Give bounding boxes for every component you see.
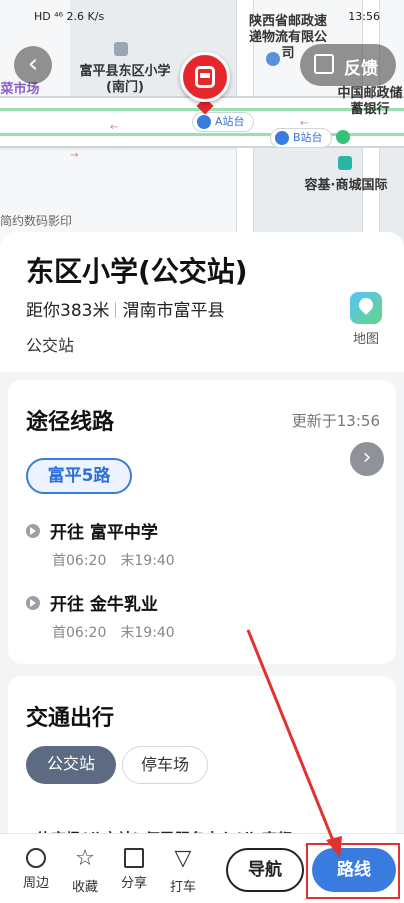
poi-commerce[interactable]: 容基·商城国际 bbox=[296, 178, 396, 194]
bus-stop-icon bbox=[197, 115, 211, 129]
station-type: 公交站 bbox=[26, 336, 75, 355]
chevron-left-icon: ‹ bbox=[27, 49, 39, 79]
last-bus-time: 末19:40 bbox=[120, 625, 175, 641]
taxi-button[interactable]: ▽ 打车 bbox=[163, 846, 203, 896]
traffic-title: 交通出行 bbox=[26, 706, 115, 731]
taxi-label: 打车 bbox=[169, 880, 196, 895]
routes-updated: 更新于13:56 bbox=[291, 412, 380, 430]
back-button[interactable]: ‹ bbox=[14, 46, 52, 84]
status-bar: HD ⁴⁶ 2.6 K/s 13:56 bbox=[0, 8, 404, 28]
station-location: 渭南市富平县 bbox=[122, 301, 225, 321]
nearby-button[interactable]: 周边 bbox=[16, 848, 56, 891]
tab-parking[interactable]: 停车场 bbox=[122, 746, 208, 784]
screen: ← ← → HD ⁴⁶ 2.6 K/s 13:56 富平县东区小学(南门) 陕西… bbox=[0, 0, 404, 903]
bus-icon bbox=[195, 66, 215, 88]
direction-row[interactable]: 开往 富平中学 bbox=[26, 518, 158, 543]
stop-b-label: B站台 bbox=[293, 131, 323, 144]
direction-times: 首06:20 末19:40 bbox=[52, 622, 189, 642]
lane-arrow: ← bbox=[110, 122, 119, 133]
first-bus-time: 首06:20 bbox=[52, 553, 107, 569]
favorite-label: 收藏 bbox=[71, 880, 98, 895]
map-icon bbox=[350, 292, 382, 324]
search-icon bbox=[26, 848, 46, 868]
status-left: HD ⁴⁶ 2.6 K/s bbox=[34, 10, 105, 23]
divider bbox=[115, 302, 117, 318]
routes-next-button[interactable]: › bbox=[350, 442, 384, 476]
chevron-right-icon: › bbox=[362, 445, 372, 470]
map-view[interactable]: ← ← → HD ⁴⁶ 2.6 K/s 13:56 富平县东区小学(南门) 陕西… bbox=[0, 0, 404, 250]
favorite-button[interactable]: ☆ 收藏 bbox=[65, 846, 105, 896]
routes-title: 途径线路 bbox=[26, 410, 115, 435]
stop-b-tag[interactable]: B站台 bbox=[270, 128, 332, 148]
last-bus-time: 末19:40 bbox=[120, 553, 175, 569]
poi-school[interactable]: 富平县东区小学(南门) bbox=[78, 64, 172, 96]
status-time: 13:56 bbox=[348, 10, 380, 23]
play-icon bbox=[26, 596, 40, 610]
poi-cinema[interactable]: 简约数码影印 bbox=[0, 212, 96, 229]
stop-a-tag[interactable]: A站台 bbox=[192, 112, 254, 132]
poi-china-post[interactable]: 中国邮政储蓄银行 bbox=[336, 86, 404, 118]
first-bus-time: 首06:20 bbox=[52, 625, 107, 641]
stop-a-label: A站台 bbox=[215, 115, 245, 128]
tab-bus-stop[interactable]: 公交站 bbox=[26, 746, 116, 784]
taxi-icon: ▽ bbox=[174, 846, 192, 871]
direction-row[interactable]: 开往 金牛乳业 bbox=[26, 590, 158, 615]
station-pin[interactable] bbox=[180, 52, 230, 102]
poi-marker-icon bbox=[336, 130, 350, 144]
nearby-label: 周边 bbox=[22, 876, 49, 891]
map-label: 地图 bbox=[352, 332, 379, 347]
poi-marker-icon bbox=[266, 52, 280, 66]
map-button[interactable]: 地图 bbox=[346, 292, 386, 347]
edit-icon bbox=[314, 54, 334, 74]
feedback-label: 反馈 bbox=[344, 59, 378, 79]
poi-marker-icon bbox=[114, 42, 128, 56]
station-info-card: 东区小学(公交站) 距你383米 渭南市富平县 公交站 地图 bbox=[0, 232, 404, 372]
routes-card: 途径线路 更新于13:56 › 富平5路 开往 富平中学 首06:20 末19:4… bbox=[8, 380, 396, 664]
poi-marker-icon bbox=[338, 156, 352, 170]
line-tag[interactable]: 富平5路 bbox=[26, 458, 132, 494]
station-distance: 距你383米 bbox=[26, 301, 110, 321]
annotation-highlight-box bbox=[306, 843, 400, 899]
direction-label: 开往 金牛乳业 bbox=[50, 595, 158, 615]
navigate-button[interactable]: 导航 bbox=[226, 848, 304, 892]
station-meta: 距你383米 渭南市富平县 bbox=[26, 296, 224, 321]
station-title: 东区小学(公交站) bbox=[26, 255, 248, 288]
share-button[interactable]: 分享 bbox=[114, 848, 154, 891]
bus-stop-icon bbox=[275, 131, 289, 145]
play-icon bbox=[26, 524, 40, 538]
lane-arrow: → bbox=[70, 150, 79, 161]
share-label: 分享 bbox=[120, 876, 147, 891]
poi-market[interactable]: 菜市场 bbox=[0, 82, 40, 98]
direction-times: 首06:20 末19:40 bbox=[52, 550, 189, 570]
direction-label: 开往 富平中学 bbox=[50, 523, 158, 543]
share-icon bbox=[124, 848, 144, 868]
star-icon: ☆ bbox=[75, 846, 95, 871]
feedback-button[interactable]: 反馈 bbox=[300, 44, 396, 86]
